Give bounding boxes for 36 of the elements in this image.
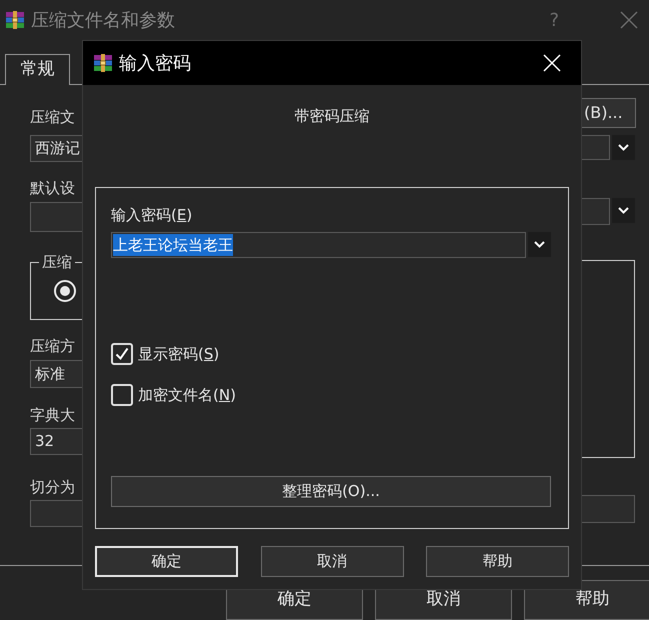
password-label: 输入密码(E) bbox=[111, 204, 192, 226]
organize-passwords-button[interactable]: 整理密码(O)... bbox=[111, 476, 551, 507]
dialog-heading: 带密码压缩 bbox=[294, 106, 370, 127]
input-field[interactable] bbox=[582, 495, 635, 523]
group-label: 压缩 bbox=[39, 252, 75, 272]
archive-icon bbox=[93, 53, 113, 73]
browse-button[interactable]: (B)... bbox=[582, 98, 636, 128]
tab[interactable]: 常规 bbox=[5, 54, 70, 85]
chevron-down-icon[interactable] bbox=[612, 198, 635, 223]
field-label: 默认设 bbox=[30, 178, 76, 198]
check-icon bbox=[114, 346, 130, 362]
checkbox[interactable] bbox=[111, 384, 133, 406]
checkbox-label: 显示密码(S) bbox=[138, 344, 220, 365]
chevron-down-icon[interactable] bbox=[612, 135, 635, 160]
field-label: 压缩方 bbox=[30, 336, 76, 356]
dropdown-field[interactable] bbox=[582, 135, 610, 160]
checkbox[interactable] bbox=[111, 343, 133, 366]
field-label: 切分为 bbox=[30, 477, 76, 497]
profile-field[interactable] bbox=[30, 202, 82, 232]
dialog-button[interactable]: 帮助 bbox=[426, 546, 569, 576]
dialog-title: 输入密码 bbox=[119, 52, 191, 76]
dialog-button[interactable]: 确定 bbox=[95, 546, 238, 576]
field-label: 字典大 bbox=[30, 405, 76, 425]
field-label: 压缩文 bbox=[30, 107, 76, 127]
checkbox-label: 加密文件名(N) bbox=[138, 384, 236, 406]
method-field[interactable]: 标准 bbox=[30, 360, 82, 388]
split-field[interactable] bbox=[30, 500, 82, 527]
dictionary-field[interactable]: 32 bbox=[30, 428, 82, 455]
dialog-button[interactable]: 取消 bbox=[260, 546, 404, 576]
chevron-down-icon[interactable] bbox=[528, 232, 551, 257]
radio-button[interactable] bbox=[54, 280, 76, 302]
dropdown-field[interactable] bbox=[582, 198, 610, 225]
window-title: 压缩文件名和参数 bbox=[31, 8, 175, 32]
archive-icon bbox=[5, 10, 25, 30]
archive-name-field[interactable]: 西游记 bbox=[30, 135, 82, 162]
password-field[interactable]: 上老王论坛当老王 bbox=[111, 232, 526, 258]
